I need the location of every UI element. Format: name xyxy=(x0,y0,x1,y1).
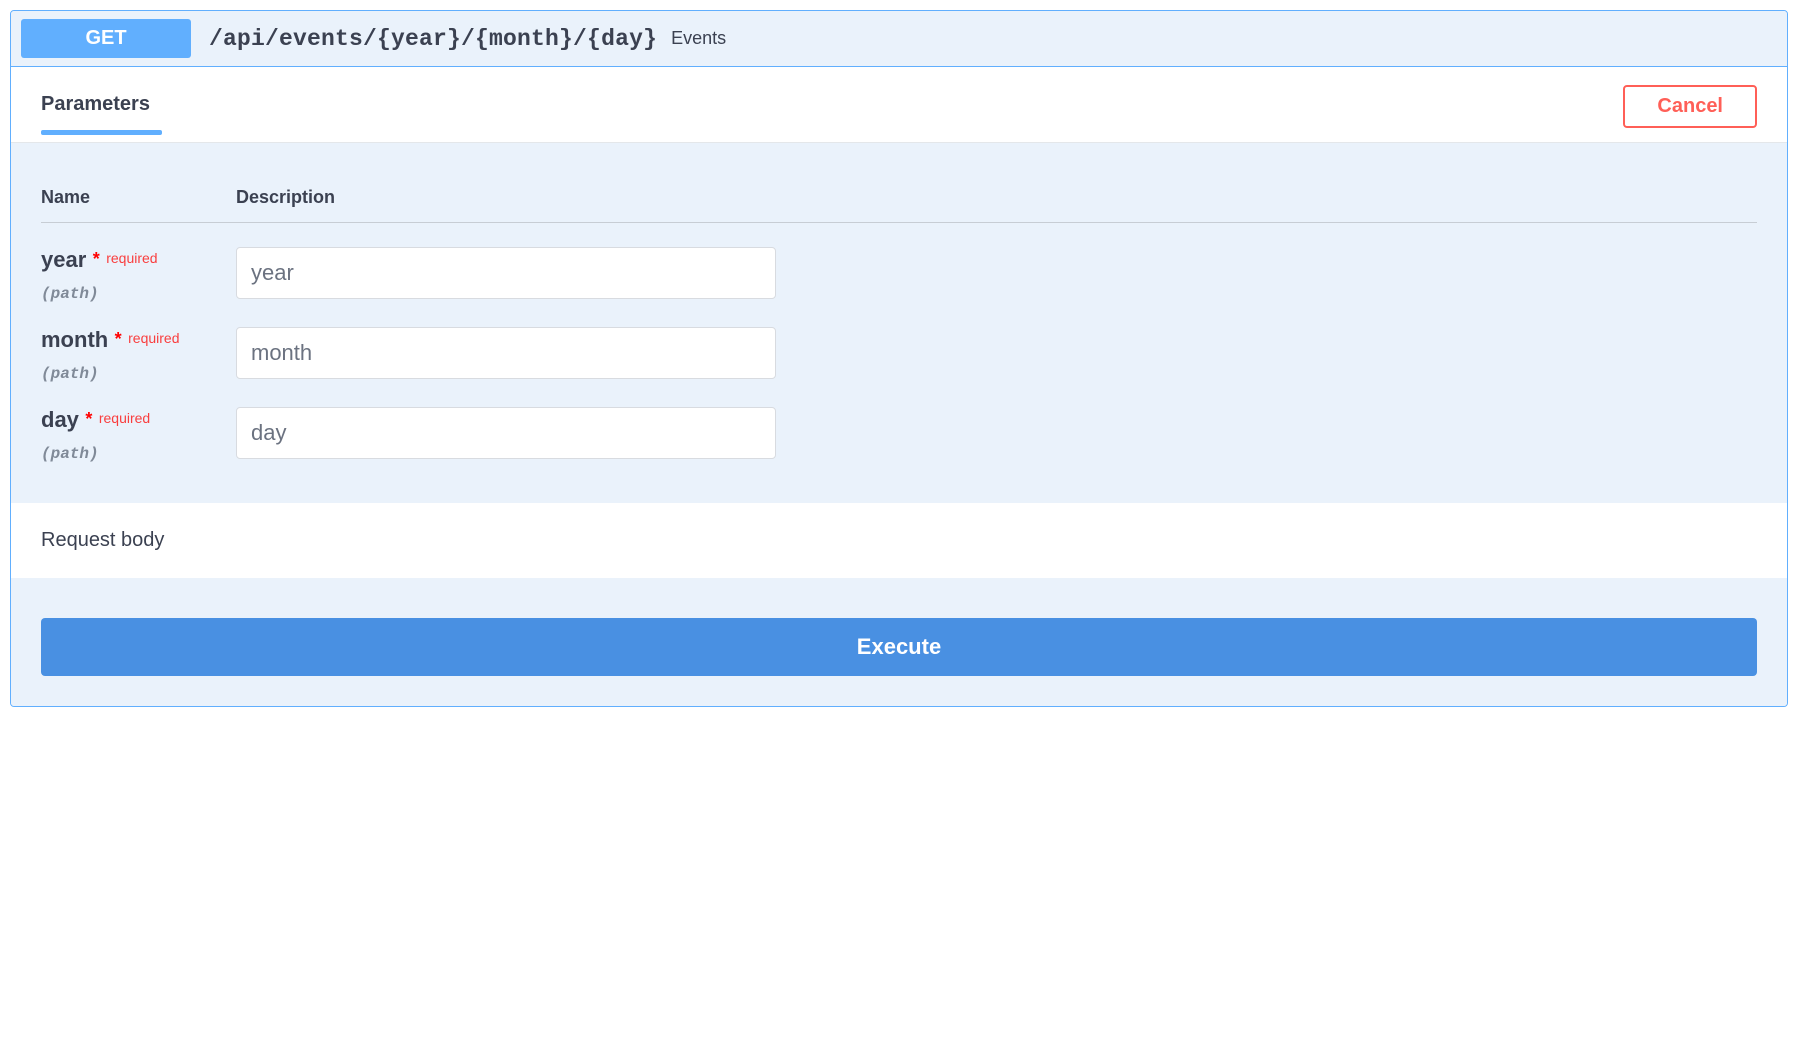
param-input-month[interactable] xyxy=(236,327,776,379)
required-star-icon: * xyxy=(85,409,92,429)
execute-button[interactable]: Execute xyxy=(41,618,1757,676)
required-label: required xyxy=(106,250,157,266)
param-in-month: (path) xyxy=(41,365,236,383)
required-star-icon: * xyxy=(115,329,122,349)
param-name-month: month xyxy=(41,327,108,352)
col-header-description: Description xyxy=(236,173,1757,223)
required-label: required xyxy=(128,330,179,346)
param-name-year: year xyxy=(41,247,86,272)
request-body-label: Request body xyxy=(41,529,164,551)
param-in-day: (path) xyxy=(41,445,236,463)
operation-summary[interactable]: GET /api/events/{year}/{month}/{day} Eve… xyxy=(11,11,1787,67)
parameters-header: Parameters Cancel xyxy=(11,67,1787,143)
execute-wrapper: Execute xyxy=(11,578,1787,706)
required-star-icon: * xyxy=(93,249,100,269)
operation-path: /api/events/{year}/{month}/{day} xyxy=(209,26,657,52)
param-name-day: day xyxy=(41,407,79,432)
http-method-badge: GET xyxy=(21,19,191,58)
cancel-button[interactable]: Cancel xyxy=(1623,85,1757,128)
parameters-body: Name Description year * required (path) xyxy=(11,143,1787,503)
operation-summary-text: Events xyxy=(671,28,726,49)
col-header-name: Name xyxy=(41,173,236,223)
param-in-year: (path) xyxy=(41,285,236,303)
request-body-section: Request body xyxy=(11,503,1787,578)
param-input-day[interactable] xyxy=(236,407,776,459)
param-row-month: month * required (path) xyxy=(41,303,1757,383)
parameters-table: Name Description year * required (path) xyxy=(41,173,1757,463)
operation-block: GET /api/events/{year}/{month}/{day} Eve… xyxy=(10,10,1788,707)
param-row-day: day * required (path) xyxy=(41,383,1757,463)
param-input-year[interactable] xyxy=(236,247,776,299)
tab-parameters[interactable]: Parameters xyxy=(41,93,150,134)
param-row-year: year * required (path) xyxy=(41,223,1757,304)
parameters-tabs: Parameters xyxy=(41,93,150,134)
required-label: required xyxy=(99,410,150,426)
